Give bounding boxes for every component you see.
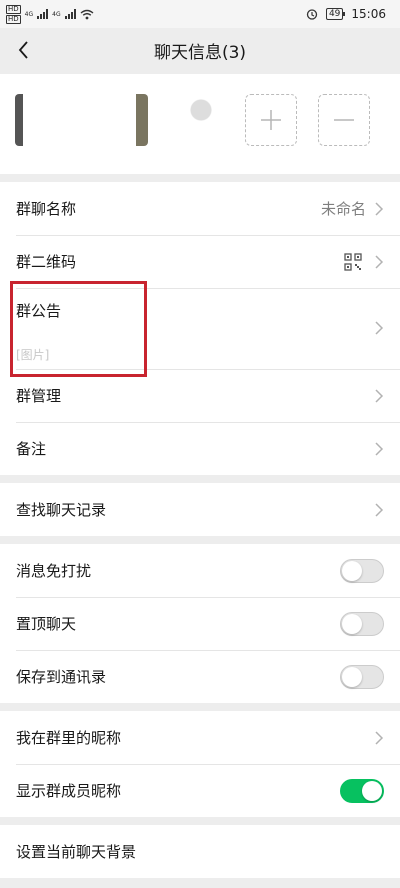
group-name-label: 群聊名称 bbox=[16, 200, 77, 218]
search-history-row[interactable]: 查找聊天记录 bbox=[0, 483, 400, 536]
plus-icon bbox=[261, 110, 281, 130]
my-nickname-row[interactable]: 我在群里的昵称 bbox=[0, 711, 400, 764]
network-type-label: 4G bbox=[52, 10, 61, 18]
save-contacts-row: 保存到通讯录 bbox=[0, 650, 400, 703]
signal-icon bbox=[64, 9, 76, 19]
chevron-right-icon bbox=[375, 254, 384, 269]
chevron-right-icon bbox=[375, 321, 384, 335]
nickname-section: 我在群里的昵称 显示群成员昵称 bbox=[0, 711, 400, 817]
background-section: 设置当前聊天背景 bbox=[0, 825, 400, 878]
member-avatar[interactable] bbox=[173, 94, 225, 146]
group-qr-code-label: 群二维码 bbox=[16, 253, 77, 271]
pin-label: 置顶聊天 bbox=[16, 615, 77, 633]
set-background-label: 设置当前聊天背景 bbox=[16, 843, 137, 861]
group-manage-row[interactable]: 群管理 bbox=[0, 369, 400, 422]
mute-label: 消息免打扰 bbox=[16, 562, 92, 580]
add-member-button[interactable] bbox=[245, 94, 297, 146]
show-nicknames-row: 显示群成员昵称 bbox=[0, 764, 400, 817]
show-nicknames-label: 显示群成员昵称 bbox=[16, 782, 122, 800]
back-arrow-icon[interactable] bbox=[12, 38, 36, 62]
wifi-icon bbox=[80, 9, 94, 19]
mute-toggle[interactable] bbox=[340, 558, 384, 583]
group-info-section: 群聊名称 未命名 群二维码 群公告 [图片] 群管理 备注 bbox=[0, 182, 400, 475]
chat-settings-section: 消息免打扰 置顶聊天 保存到通讯录 bbox=[0, 544, 400, 703]
remark-row[interactable]: 备注 bbox=[0, 422, 400, 475]
signal-icon bbox=[37, 9, 49, 19]
network-type-label: 4G bbox=[24, 10, 34, 18]
member-avatar[interactable] bbox=[96, 94, 148, 146]
chevron-right-icon bbox=[375, 388, 384, 403]
save-contacts-label: 保存到通讯录 bbox=[16, 668, 107, 686]
remark-label: 备注 bbox=[16, 440, 47, 458]
save-contacts-toggle[interactable] bbox=[340, 664, 384, 689]
nav-bar: 聊天信息(3) bbox=[0, 28, 400, 72]
chevron-right-icon bbox=[375, 502, 384, 517]
pin-row: 置顶聊天 bbox=[0, 597, 400, 650]
minus-icon bbox=[334, 119, 354, 121]
hd-badge: HD bbox=[6, 14, 21, 24]
chevron-right-icon bbox=[375, 730, 384, 745]
group-notice-preview: [图片] bbox=[16, 348, 50, 362]
group-manage-label: 群管理 bbox=[16, 387, 62, 405]
alarm-icon bbox=[306, 9, 318, 20]
group-qr-code-row[interactable]: 群二维码 bbox=[0, 235, 400, 288]
set-background-row[interactable]: 设置当前聊天背景 bbox=[0, 825, 400, 878]
page-title: 聊天信息(3) bbox=[153, 42, 247, 63]
hd-badges: HD HD bbox=[6, 4, 21, 24]
search-section: 查找聊天记录 bbox=[0, 483, 400, 536]
group-name-row[interactable]: 群聊名称 未命名 bbox=[0, 182, 400, 235]
member-avatar[interactable] bbox=[15, 94, 67, 146]
battery-icon: 49 bbox=[325, 8, 346, 20]
group-notice-row[interactable]: 群公告 [图片] bbox=[0, 288, 400, 369]
group-name-value: 未命名 bbox=[320, 200, 366, 218]
status-left: HD HD 4G 4G bbox=[6, 4, 94, 24]
status-right: 49 15:06 bbox=[306, 7, 386, 21]
status-bar: HD HD 4G 4G 49 15:06 bbox=[0, 0, 400, 28]
remove-member-button[interactable] bbox=[318, 94, 370, 146]
group-notice-label: 群公告 bbox=[16, 302, 62, 320]
chevron-right-icon bbox=[375, 201, 384, 216]
clock: 15:06 bbox=[351, 7, 386, 21]
pin-toggle[interactable] bbox=[340, 611, 384, 636]
chevron-right-icon bbox=[375, 441, 384, 456]
hd-badge: HD bbox=[6, 4, 21, 14]
show-nicknames-toggle[interactable] bbox=[340, 778, 384, 803]
mute-row: 消息免打扰 bbox=[0, 544, 400, 597]
member-grid bbox=[0, 74, 400, 174]
my-nickname-label: 我在群里的昵称 bbox=[16, 729, 122, 747]
qr-code-icon bbox=[344, 252, 362, 271]
search-history-label: 查找聊天记录 bbox=[16, 501, 107, 519]
